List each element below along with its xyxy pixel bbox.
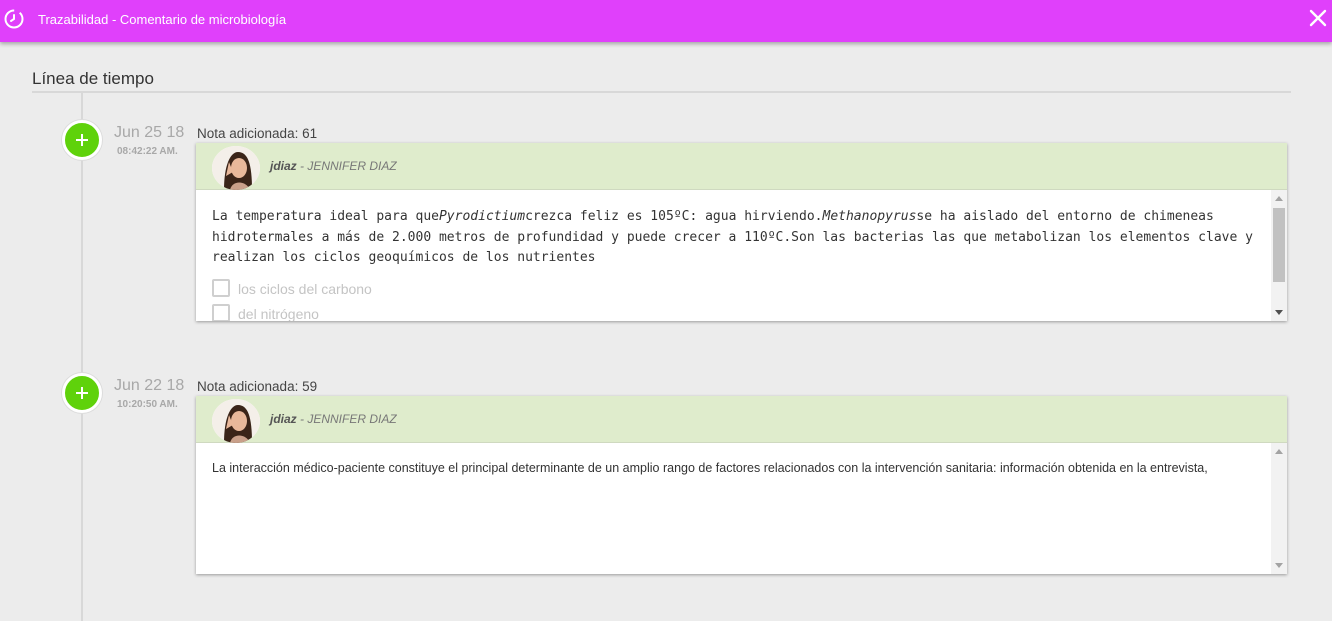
add-entry-button[interactable]	[62, 373, 102, 413]
author-name: - JENNIFER DIAZ	[296, 159, 397, 173]
note-body: La interacción médico-paciente constituy…	[196, 443, 1271, 574]
checklist-item: los ciclos del carbono	[212, 274, 1271, 299]
window-title: Trazabilidad - Comentario de microbiolog…	[38, 12, 287, 27]
scroll-thumb[interactable]	[1273, 208, 1285, 282]
timeline-line	[81, 93, 83, 621]
checkbox[interactable]	[212, 278, 230, 297]
note-body: La temperatura ideal para quePyrodictium…	[196, 190, 1271, 321]
note-card-header: jdiaz - JENNIFER DIAZ	[196, 396, 1287, 443]
window-titlebar: Trazabilidad - Comentario de microbiolog…	[0, 0, 1332, 42]
plus-icon	[76, 387, 88, 399]
scroll-up-icon[interactable]	[1275, 449, 1283, 454]
author-login: jdiaz	[270, 159, 297, 173]
note-title: Nota adicionada: 61	[197, 126, 318, 141]
entry-date: Jun 25 18	[114, 124, 185, 141]
note-text: La interacción médico-paciente constituy…	[212, 461, 1208, 475]
close-icon[interactable]	[1308, 8, 1328, 28]
note-card: jdiaz - JENNIFER DIAZ La interacción méd…	[196, 396, 1287, 574]
clock-history-icon	[4, 9, 24, 29]
checkbox[interactable]	[212, 303, 230, 321]
note-card: jdiaz - JENNIFER DIAZ La temperatura ide…	[196, 143, 1287, 321]
heading-divider	[32, 91, 1291, 93]
author-name: - JENNIFER DIAZ	[296, 412, 397, 426]
note-text: La temperatura ideal para quePyrodictium…	[212, 209, 1253, 265]
scroll-down-icon[interactable]	[1275, 310, 1283, 315]
note-author: jdiaz - JENNIFER DIAZ	[270, 412, 397, 426]
note-scrollbar[interactable]	[1271, 190, 1287, 321]
entry-time: 10:20:50 AM.	[117, 399, 178, 410]
avatar	[212, 399, 260, 443]
scroll-up-icon[interactable]	[1275, 196, 1283, 201]
note-title: Nota adicionada: 59	[197, 379, 318, 394]
entry-time: 08:42:22 AM.	[117, 146, 178, 157]
avatar	[212, 146, 260, 190]
checkbox-label: del nitrógeno	[238, 305, 319, 322]
scroll-down-icon[interactable]	[1275, 563, 1283, 568]
note-scrollbar[interactable]	[1271, 443, 1287, 574]
note-author: jdiaz - JENNIFER DIAZ	[270, 159, 397, 173]
checklist-item: del nitrógeno	[212, 299, 1271, 322]
note-card-header: jdiaz - JENNIFER DIAZ	[196, 143, 1287, 190]
plus-icon	[76, 134, 88, 146]
entry-date: Jun 22 18	[114, 377, 185, 394]
author-login: jdiaz	[270, 412, 297, 426]
checkbox-label: los ciclos del carbono	[238, 280, 372, 297]
add-entry-button[interactable]	[62, 120, 102, 160]
timeline-heading: Línea de tiempo	[32, 69, 154, 88]
